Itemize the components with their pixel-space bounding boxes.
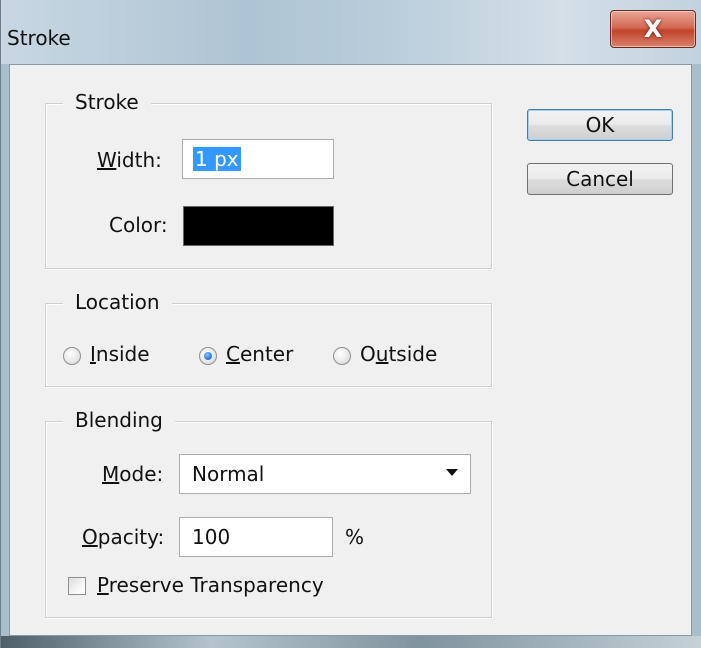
radio-outside-label[interactable]: Outside [360,342,437,366]
mode-select[interactable]: Normal [179,454,471,494]
stroke-dialog: Stroke X Stroke Width: 1 px Color: Locat… [0,0,701,648]
dialog-body: Stroke Width: 1 px Color: Location Insid… [9,64,692,636]
close-icon: X [643,15,663,43]
width-value: 1 px [193,147,241,171]
location-group: Location Inside Center Outside [45,290,492,387]
chevron-down-icon [446,469,458,476]
close-button[interactable]: X [610,10,696,48]
width-field[interactable]: 1 px [182,139,334,179]
location-group-legend: Location [63,290,172,314]
radio-inside-label[interactable]: Inside [90,342,150,366]
radio-center[interactable] [199,347,217,365]
mode-dropdown-button[interactable] [436,455,470,493]
ok-button[interactable]: OK [527,109,673,141]
stroke-group: Stroke Width: 1 px Color: [45,90,492,269]
opacity-label: Opacity: [82,525,165,549]
opacity-value: 100 [192,525,231,549]
mode-value: Normal [192,462,265,486]
opacity-unit: % [345,525,365,549]
stroke-group-legend: Stroke [63,90,151,114]
radio-outside[interactable] [333,347,351,365]
window-title: Stroke [7,26,71,50]
color-label: Color: [109,213,168,237]
width-label: Width: [97,148,162,172]
window-bottom-frame [1,636,701,648]
radio-center-label[interactable]: Center [226,342,293,366]
blending-group: Blending Mode: Normal Opacity: 100 % Pre… [45,408,492,618]
radio-inside[interactable] [63,347,81,365]
mode-label: Mode: [102,462,164,486]
cancel-button[interactable]: Cancel [527,163,673,195]
opacity-field[interactable]: 100 [179,517,333,557]
blending-group-legend: Blending [63,408,175,432]
color-swatch[interactable] [183,206,334,246]
title-bar[interactable]: Stroke X [1,0,701,64]
preserve-transparency-checkbox[interactable] [68,577,86,595]
preserve-transparency-label[interactable]: Preserve Transparency [97,573,324,597]
